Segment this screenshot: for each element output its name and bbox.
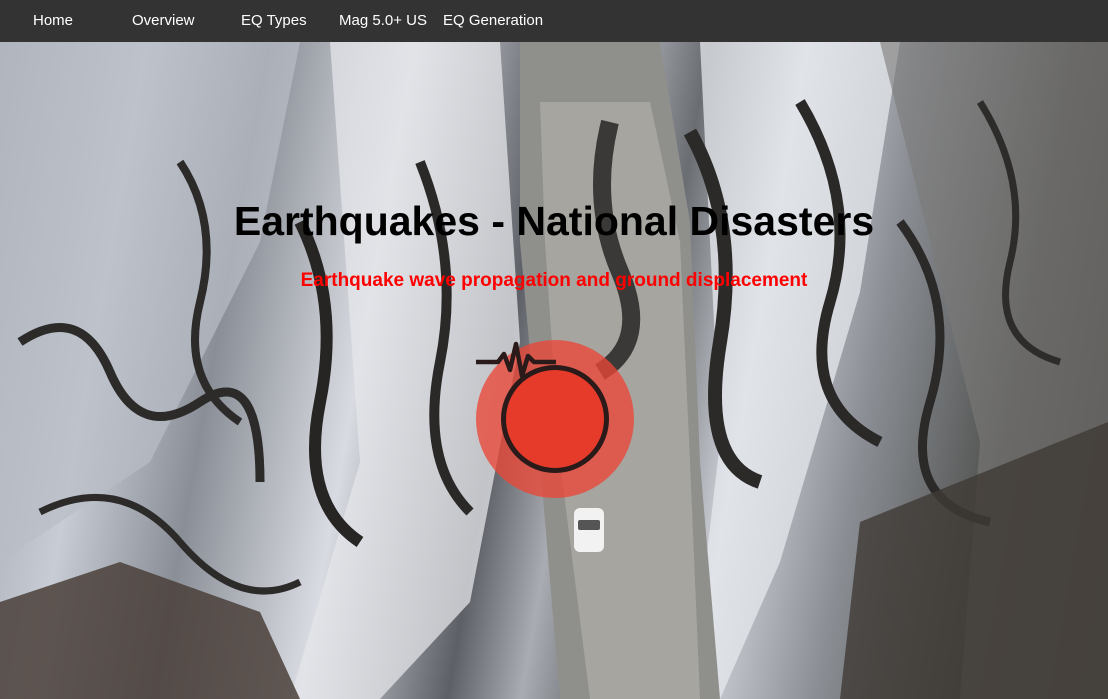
nav-home[interactable]: Home bbox=[33, 12, 73, 29]
top-navbar: Home Overview EQ Types Mag 5.0+ US EQ Ge… bbox=[0, 0, 1108, 42]
nav-mag-5-us[interactable]: Mag 5.0+ US bbox=[339, 12, 427, 29]
page-title: Earthquakes - National Disasters bbox=[233, 198, 875, 244]
nav-overview[interactable]: Overview bbox=[132, 12, 195, 29]
seismograph-logo-button[interactable] bbox=[476, 340, 634, 498]
hero-background-image: Earthquakes - National Disasters Earthqu… bbox=[0, 42, 1108, 699]
page-subtitle: Earthquake wave propagation and ground d… bbox=[300, 270, 808, 291]
nav-eq-generation[interactable]: EQ Generation bbox=[443, 12, 543, 29]
seismograph-icon bbox=[476, 341, 556, 379]
nav-eq-types[interactable]: EQ Types bbox=[241, 12, 307, 29]
logo-circle bbox=[476, 341, 609, 473]
